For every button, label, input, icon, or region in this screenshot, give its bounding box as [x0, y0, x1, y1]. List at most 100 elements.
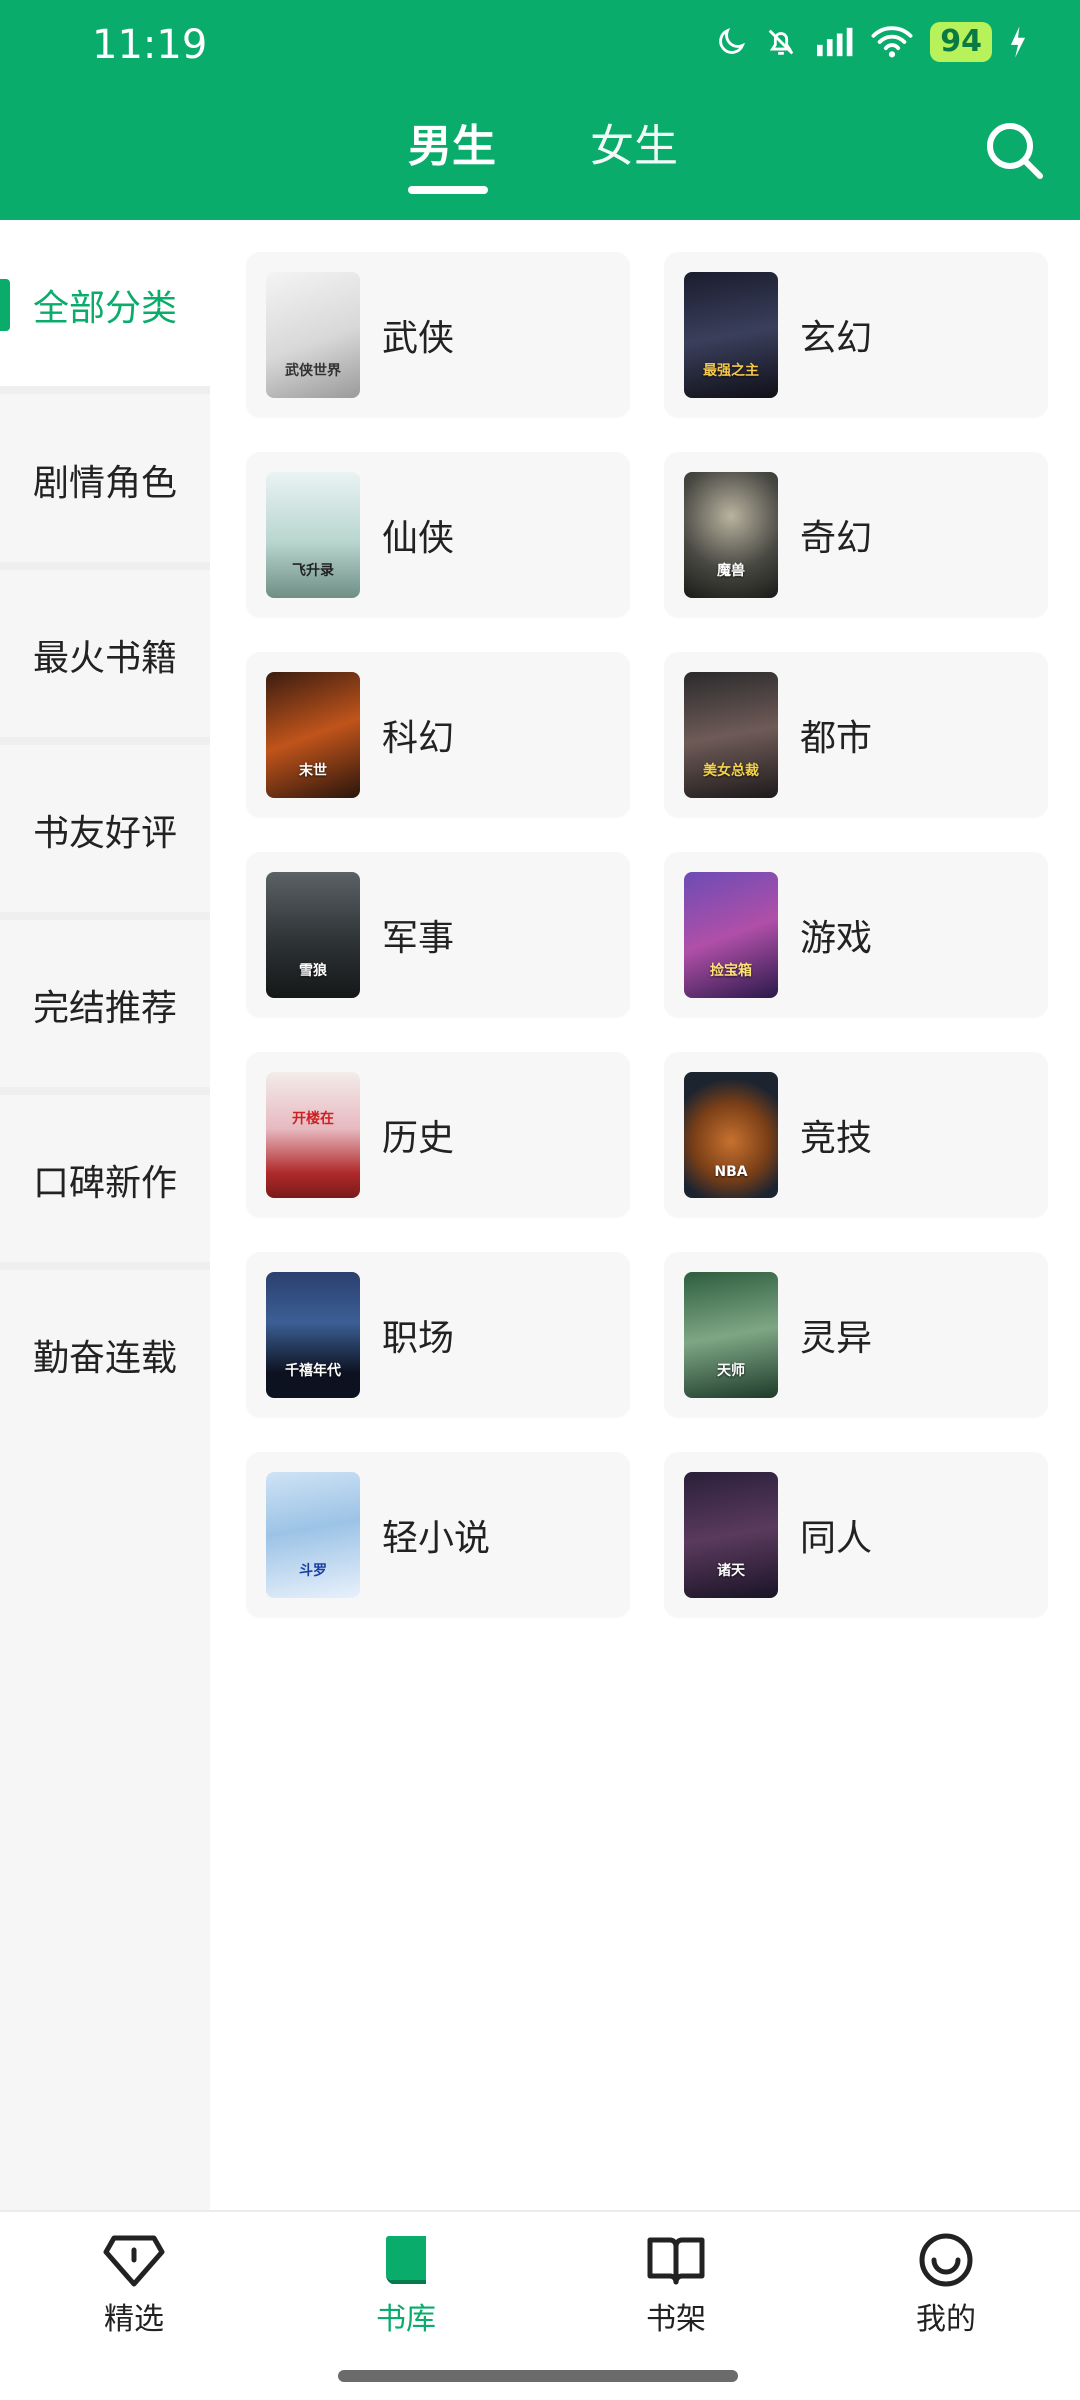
tab-male[interactable]: 男生	[408, 110, 496, 174]
sidebar-item-label: 书友好评	[32, 813, 177, 854]
category-card-history[interactable]: 开楼在 历史	[246, 1052, 630, 1218]
cover-title: 美女总裁	[703, 763, 759, 779]
gender-tabs: 男生 女生	[0, 110, 1080, 200]
nav-profile[interactable]: 我的	[876, 2232, 1016, 2352]
search-icon[interactable]	[982, 118, 1046, 182]
sidebar-item-new-works[interactable]: 口碑新作	[0, 1095, 210, 1265]
category-label: 竞技	[800, 1118, 873, 1159]
book-cover-image: 斗罗	[266, 1472, 360, 1598]
cover-title: 飞升录	[292, 563, 334, 579]
moon-icon	[719, 27, 746, 54]
sidebar-item-label: 完结推荐	[32, 988, 177, 1029]
nav-label: 我的	[916, 2302, 976, 2337]
sidebar-item-label: 口碑新作	[32, 1163, 177, 1204]
sidebar-item-hottest[interactable]: 最火书籍	[0, 570, 210, 740]
open-book-icon	[647, 2237, 705, 2285]
status-icons: 94	[714, 22, 1028, 62]
cover-title: 魔兽	[717, 563, 745, 579]
cover-title: 雪狼	[299, 963, 327, 979]
category-card-sports[interactable]: NBA 竞技	[664, 1052, 1048, 1218]
book-cover-image: 诸天	[684, 1472, 778, 1598]
category-label: 职场	[382, 1318, 455, 1359]
cover-title: 捡宝箱	[710, 963, 752, 979]
sidebar-divider	[0, 1087, 210, 1095]
category-label: 游戏	[800, 918, 873, 959]
category-card-xuanhuan[interactable]: 最强之主 玄幻	[664, 252, 1048, 418]
book-icon	[385, 2236, 426, 2284]
category-card-military[interactable]: 雪狼 军事	[246, 852, 630, 1018]
sidebar-item-label: 全部分类	[32, 288, 177, 329]
wifi-icon	[871, 26, 913, 58]
cover-title: NBA	[714, 1164, 748, 1180]
category-card-light-novel[interactable]: 斗罗 轻小说	[246, 1452, 630, 1618]
home-indicator[interactable]	[338, 2370, 738, 2382]
signal-icon	[817, 27, 853, 57]
book-cover-image: 开楼在	[266, 1072, 360, 1198]
sidebar-item-plot-role[interactable]: 剧情角色	[0, 395, 210, 565]
category-card-xianxia[interactable]: 飞升录 仙侠	[246, 452, 630, 618]
charging-icon	[1010, 26, 1026, 58]
diamond-icon	[103, 2235, 165, 2287]
category-label: 同人	[800, 1518, 873, 1559]
cover-title: 末世	[299, 763, 327, 779]
cover-title: 开楼在	[292, 1111, 334, 1127]
category-label: 玄幻	[800, 318, 873, 359]
category-label: 历史	[382, 1118, 455, 1159]
book-cover-image: 飞升录	[266, 472, 360, 598]
book-cover-image: 雪狼	[266, 872, 360, 998]
book-cover-image: 天师	[684, 1272, 778, 1398]
status-time: 11:19	[92, 22, 208, 68]
category-card-wuxia[interactable]: 武侠世界 武侠	[246, 252, 630, 418]
category-card-supernatural[interactable]: 天师 灵异	[664, 1252, 1048, 1418]
book-cover-image: 武侠世界	[266, 272, 360, 398]
nav-bookshelf[interactable]: 书架	[606, 2232, 746, 2352]
smile-icon	[919, 2233, 973, 2287]
sidebar-item-serialized[interactable]: 勤奋连载	[0, 1270, 210, 1440]
cover-title: 天师	[717, 1363, 745, 1379]
status-bar: 11:19 94	[0, 0, 1080, 90]
sidebar-item-reviews[interactable]: 书友好评	[0, 745, 210, 915]
category-label: 军事	[382, 918, 455, 959]
cover-title: 斗罗	[299, 1563, 327, 1579]
app-header: 11:19 94 男生 女生	[0, 0, 1080, 220]
book-cover-image: NBA	[684, 1072, 778, 1198]
category-card-game[interactable]: 捡宝箱 游戏	[664, 852, 1048, 1018]
cover-title: 最强之主	[703, 363, 759, 379]
bell-muted-icon	[768, 29, 794, 55]
book-cover-image: 美女总裁	[684, 672, 778, 798]
sidebar-item-completed[interactable]: 完结推荐	[0, 920, 210, 1090]
category-card-fanfic[interactable]: 诸天 同人	[664, 1452, 1048, 1618]
book-cover-image: 千禧年代	[266, 1272, 360, 1398]
sidebar-divider	[0, 737, 210, 745]
nav-library[interactable]: 书库	[336, 2232, 476, 2352]
book-cover-image: 末世	[266, 672, 360, 798]
sidebar-divider	[0, 912, 210, 920]
sidebar-item-all[interactable]: 全部分类	[0, 220, 210, 390]
book-cover-image: 捡宝箱	[684, 872, 778, 998]
cover-title: 千禧年代	[285, 1363, 341, 1379]
category-label: 轻小说	[382, 1518, 491, 1559]
nav-featured[interactable]: 精选	[64, 2232, 204, 2352]
category-card-fantasy[interactable]: 魔兽 奇幻	[664, 452, 1048, 618]
tab-female[interactable]: 女生	[590, 110, 678, 174]
sidebar-active-indicator	[0, 279, 10, 331]
sidebar-item-label: 最火书籍	[32, 638, 177, 679]
sidebar-divider	[0, 1262, 210, 1270]
category-sidebar: 全部分类 剧情角色 最火书籍 书友好评 完结推荐 口碑新作 勤奋连载	[0, 220, 210, 2210]
category-card-scifi[interactable]: 末世 科幻	[246, 652, 630, 818]
nav-label: 精选	[104, 2302, 164, 2337]
cover-title: 诸天	[717, 1563, 745, 1579]
book-cover-image: 最强之主	[684, 272, 778, 398]
book-cover-image: 魔兽	[684, 472, 778, 598]
category-card-workplace[interactable]: 千禧年代 职场	[246, 1252, 630, 1418]
sidebar-item-label: 剧情角色	[32, 463, 177, 504]
sidebar-divider	[0, 386, 210, 394]
category-label: 都市	[800, 718, 873, 759]
sidebar-divider	[0, 562, 210, 570]
category-label: 科幻	[382, 718, 455, 759]
category-label: 奇幻	[800, 518, 873, 559]
cover-title: 武侠世界	[285, 363, 341, 379]
category-label: 武侠	[382, 318, 455, 359]
category-card-urban[interactable]: 美女总裁 都市	[664, 652, 1048, 818]
nav-label: 书库	[376, 2302, 436, 2337]
